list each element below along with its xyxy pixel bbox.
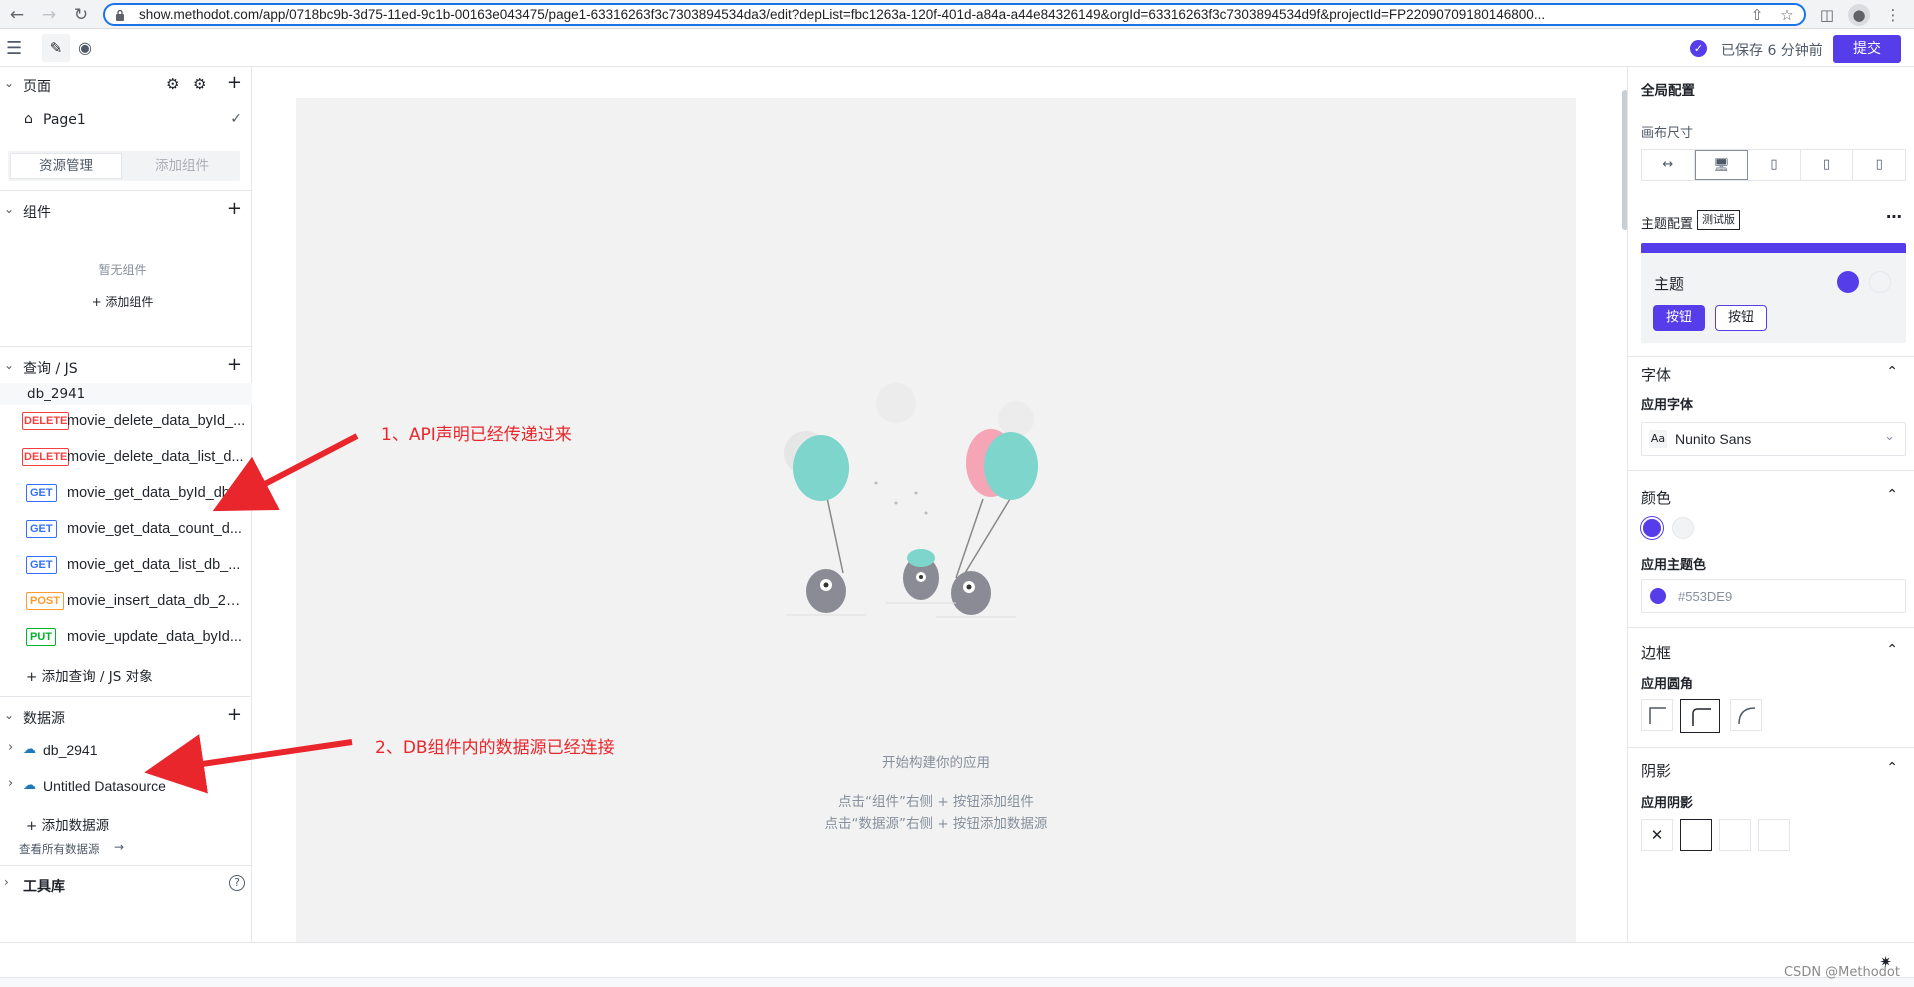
annotation-note-2: 2、DB组件内的数据源已经连接 (375, 738, 615, 758)
annotation-arrow (212, 433, 359, 512)
annotation-note-1: 1、API声明已经传递过来 (381, 425, 572, 445)
annotation-arrows (144, 433, 359, 794)
annotation-arrow (144, 734, 353, 794)
